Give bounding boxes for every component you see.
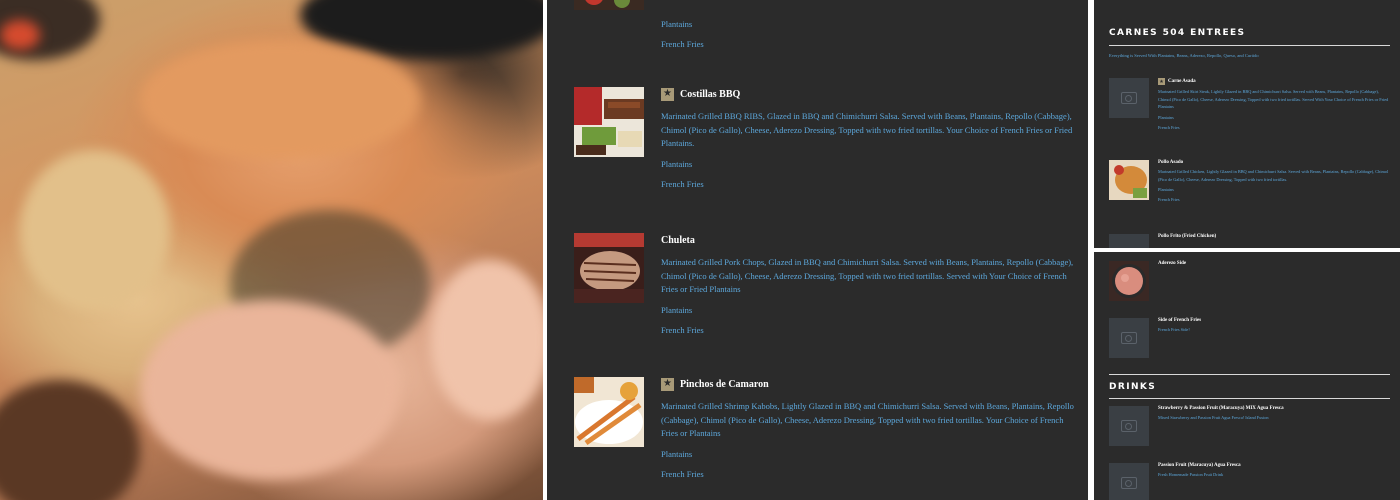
menu-item-thumbnail — [574, 0, 644, 10]
menu-item-name[interactable]: Pinchos de Camaron — [680, 379, 769, 390]
menu-item-name[interactable]: Costillas BBQ — [680, 89, 740, 100]
menu-item-name[interactable]: Passion Fruit (Maracuya) Agua Fresca — [1158, 463, 1241, 468]
option-french-fries[interactable]: French Fries — [1158, 125, 1390, 130]
photo-dark-region — [0, 380, 140, 500]
menu-item-name[interactable]: Strawberry & Passion Fruit (Maracuya) MI… — [1158, 406, 1284, 411]
option-plantains[interactable]: Plantains — [1158, 115, 1390, 120]
featured-star-icon: ★ — [661, 377, 674, 391]
menu-item-thumbnail — [1109, 160, 1149, 200]
image-placeholder — [1109, 78, 1149, 118]
section-title-drinks: DRINKS — [1109, 382, 1157, 392]
menu-item-description: Marinated Grilled Chicken, Lightly Glaze… — [1158, 169, 1389, 182]
chicken-plate-photo-image — [1109, 160, 1149, 200]
menu-item-name[interactable]: Side of French Fries — [1158, 318, 1201, 323]
image-placeholder — [1109, 406, 1149, 446]
featured-star-icon: ★ — [1158, 78, 1165, 85]
photo-chip-region — [20, 150, 170, 310]
menu-item-description: Fresh Homemade Passion Fruit Drink — [1158, 472, 1224, 477]
food-photo-nachos — [0, 0, 543, 500]
photo-cream-region-2 — [430, 260, 543, 420]
menu-panel-right-bottom[interactable]: Aderezo Side Side of French Fries French… — [1094, 252, 1400, 500]
menu-item-description: French Fries Side! — [1158, 327, 1190, 332]
option-french-fries[interactable]: French Fries — [661, 39, 1076, 49]
menu-item-description: Marinated Grilled Shrimp Kabobs, Lightly… — [661, 401, 1074, 438]
photo-salsa-region — [0, 20, 40, 50]
option-french-fries[interactable]: French Fries — [1158, 197, 1390, 202]
option-french-fries[interactable]: French Fries — [661, 325, 1076, 335]
shrimp-kabob-photo-image — [574, 377, 644, 447]
ribs-photo-image — [574, 87, 644, 157]
section-title-carnes: CARNES 504 ENTREES — [1109, 28, 1246, 38]
option-french-fries[interactable]: French Fries — [661, 179, 1076, 189]
menu-item-name[interactable]: Pollo Frito (Fried Chicken) — [1158, 234, 1216, 239]
option-plantains[interactable]: Plantains — [661, 19, 1076, 29]
section-note: Everything is Served With Plantains, Bea… — [1109, 53, 1259, 58]
menu-item-name[interactable]: Chuleta — [661, 235, 695, 246]
option-plantains[interactable]: Plantains — [661, 305, 1076, 315]
menu-item-name[interactable]: Carne Asada — [1168, 79, 1196, 84]
menu-item-description: Mixed Strawberry and Passion Fruit Agua … — [1158, 415, 1269, 420]
food-thumbnail-image — [574, 0, 644, 10]
image-placeholder — [1109, 463, 1149, 500]
menu-item-thumbnail — [574, 377, 644, 447]
photo-cream-region — [140, 300, 400, 480]
menu-panel-middle[interactable]: Plantains French Fries ★ Costillas BBQ M… — [547, 0, 1088, 500]
menu-item-thumbnail — [1109, 261, 1149, 301]
image-placeholder — [1109, 234, 1149, 248]
menu-item-thumbnail — [574, 233, 644, 303]
pork-chop-photo-image — [574, 233, 644, 303]
menu-item-name[interactable]: Aderezo Side — [1158, 261, 1186, 266]
aderezo-cup-photo-image — [1109, 261, 1149, 301]
section-divider — [1109, 45, 1390, 46]
menu-item-thumbnail — [574, 87, 644, 157]
featured-star-icon: ★ — [661, 87, 674, 101]
menu-item-description: Marinated Grilled Skirt Steak, Lightly G… — [1158, 89, 1389, 109]
option-plantains[interactable]: Plantains — [661, 159, 1076, 169]
photo-sauce-region — [140, 40, 420, 160]
camera-placeholder-icon — [1121, 477, 1137, 489]
section-divider — [1109, 398, 1390, 399]
image-placeholder — [1109, 318, 1149, 358]
option-plantains[interactable]: Plantains — [1158, 187, 1390, 192]
menu-item-description: Marinated Grilled BBQ RIBS, Glazed in BB… — [661, 111, 1073, 148]
menu-item-name[interactable]: Pollo Asado — [1158, 160, 1183, 165]
camera-placeholder-icon — [1121, 420, 1137, 432]
section-divider — [1109, 374, 1390, 375]
option-plantains[interactable]: Plantains — [661, 449, 1076, 459]
menu-item-description: Marinated Grilled Pork Chops, Glazed in … — [661, 257, 1074, 294]
camera-placeholder-icon — [1121, 332, 1137, 344]
menu-panel-right-top[interactable]: CARNES 504 ENTREES Everything is Served … — [1094, 0, 1400, 248]
camera-placeholder-icon — [1121, 92, 1137, 104]
option-french-fries[interactable]: French Fries — [661, 469, 1076, 479]
